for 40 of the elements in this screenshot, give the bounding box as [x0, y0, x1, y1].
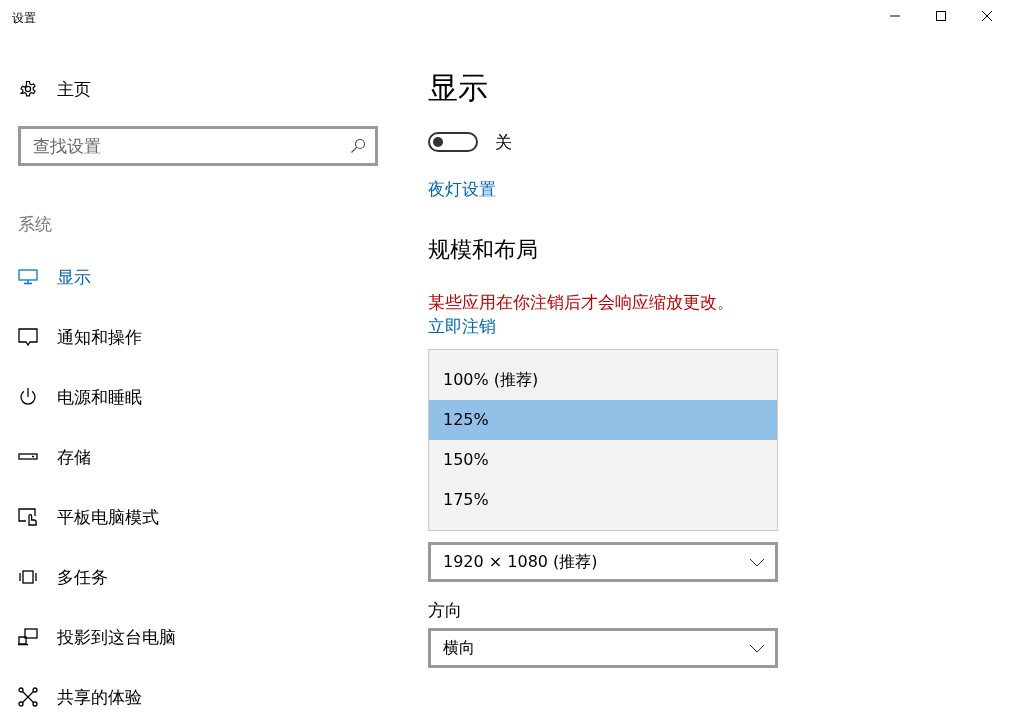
nav-item[interactable]: 通知和操作 — [0, 320, 407, 354]
nav-item[interactable]: 显示 — [0, 260, 407, 294]
section-heading: 规模和布局 — [428, 236, 539, 264]
multitask-icon — [18, 570, 38, 584]
warning-text: 某些应用在你注销后才会响应缩放更改。 — [428, 291, 735, 314]
dropdown[interactable]: 横向 — [428, 628, 778, 668]
nav-item[interactable]: 共享的体验 — [0, 680, 407, 714]
home-link[interactable]: 主页 — [57, 77, 91, 101]
nav-item[interactable]: 多任务 — [0, 560, 407, 594]
dropdown-option[interactable]: 100% (推荐) — [429, 360, 777, 400]
dropdown-option[interactable]: 150% — [429, 440, 777, 480]
drive-icon — [18, 453, 38, 461]
search-field[interactable]: 查找设置 — [18, 126, 378, 166]
power-icon — [18, 387, 38, 407]
sign-out-link[interactable]: 立即注销 — [428, 315, 496, 338]
search-icon[interactable] — [350, 138, 366, 154]
close-icon[interactable] — [982, 11, 992, 21]
network-icon — [18, 687, 38, 707]
dropdown-option[interactable]: 125% — [429, 400, 777, 440]
caret-icon — [749, 643, 765, 653]
nav-item[interactable]: 存储 — [0, 440, 407, 474]
field-label: 方向 — [428, 599, 463, 622]
maximize-icon[interactable] — [936, 11, 946, 21]
settings-icon — [18, 79, 38, 99]
tablet-icon — [18, 507, 38, 527]
window-title: 设置 — [12, 9, 36, 27]
monitor-icon — [18, 269, 38, 285]
section-heading: 系统 — [18, 213, 53, 236]
nav-item[interactable]: 电源和睡眠 — [0, 380, 407, 414]
caret-icon — [749, 557, 765, 567]
toggle-state-label: 关 — [495, 130, 512, 154]
nav-item[interactable]: 投影到这台电脑 — [0, 620, 407, 654]
projector-icon — [18, 628, 38, 646]
dropdown-option[interactable]: 175% — [429, 480, 777, 520]
dropdown[interactable]: 1920 × 1080 (推荐) — [428, 542, 778, 582]
night-light-link[interactable]: 夜灯设置 — [428, 178, 496, 201]
nav-item[interactable]: 平板电脑模式 — [0, 500, 407, 534]
message-icon — [18, 328, 38, 346]
toggle-switch[interactable] — [428, 132, 478, 152]
page-title: 显示 — [428, 69, 489, 107]
